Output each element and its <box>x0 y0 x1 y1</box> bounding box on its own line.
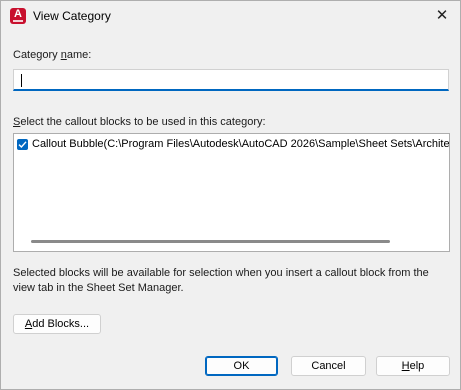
text-caret <box>21 74 22 87</box>
checkmark-icon <box>18 141 27 149</box>
callout-blocks-label-suffix: elect the callout blocks to be used in t… <box>20 116 266 128</box>
title-bar: A View Category ✕ <box>1 1 460 32</box>
category-name-input[interactable] <box>13 69 449 91</box>
callout-blocks-list[interactable]: Callout Bubble(C:\Program Files\Autodesk… <box>13 133 450 252</box>
list-item[interactable]: Callout Bubble(C:\Program Files\Autodesk… <box>17 137 450 153</box>
window-title: View Category <box>33 9 111 23</box>
help-button[interactable]: Help <box>376 356 450 376</box>
app-icon-letter: A <box>14 8 22 20</box>
category-name-label: Category name: <box>13 49 91 61</box>
autocad-app-icon: A <box>10 8 26 24</box>
list-item-label: Callout Bubble(C:\Program Files\Autodesk… <box>32 138 450 150</box>
help-label: elp <box>409 360 425 372</box>
app-icon-underline <box>13 20 23 22</box>
horizontal-scrollbar[interactable] <box>31 240 390 243</box>
close-icon[interactable]: ✕ <box>430 5 454 27</box>
ok-button[interactable]: OK <box>205 356 278 376</box>
help-mnemonic: H <box>401 360 410 372</box>
view-category-dialog: A View Category ✕ Category name: Select … <box>0 0 461 390</box>
add-blocks-button[interactable]: Add Blocks... <box>13 314 101 334</box>
checkbox-checked[interactable] <box>17 139 28 150</box>
callout-blocks-label: Select the callout blocks to be used in … <box>13 116 266 128</box>
category-name-label-prefix: Category <box>13 49 61 61</box>
category-name-label-suffix: ame: <box>66 49 92 61</box>
add-blocks-label: dd Blocks... <box>32 318 90 330</box>
cancel-button[interactable]: Cancel <box>291 356 366 376</box>
info-text: Selected blocks will be available for se… <box>13 267 429 294</box>
